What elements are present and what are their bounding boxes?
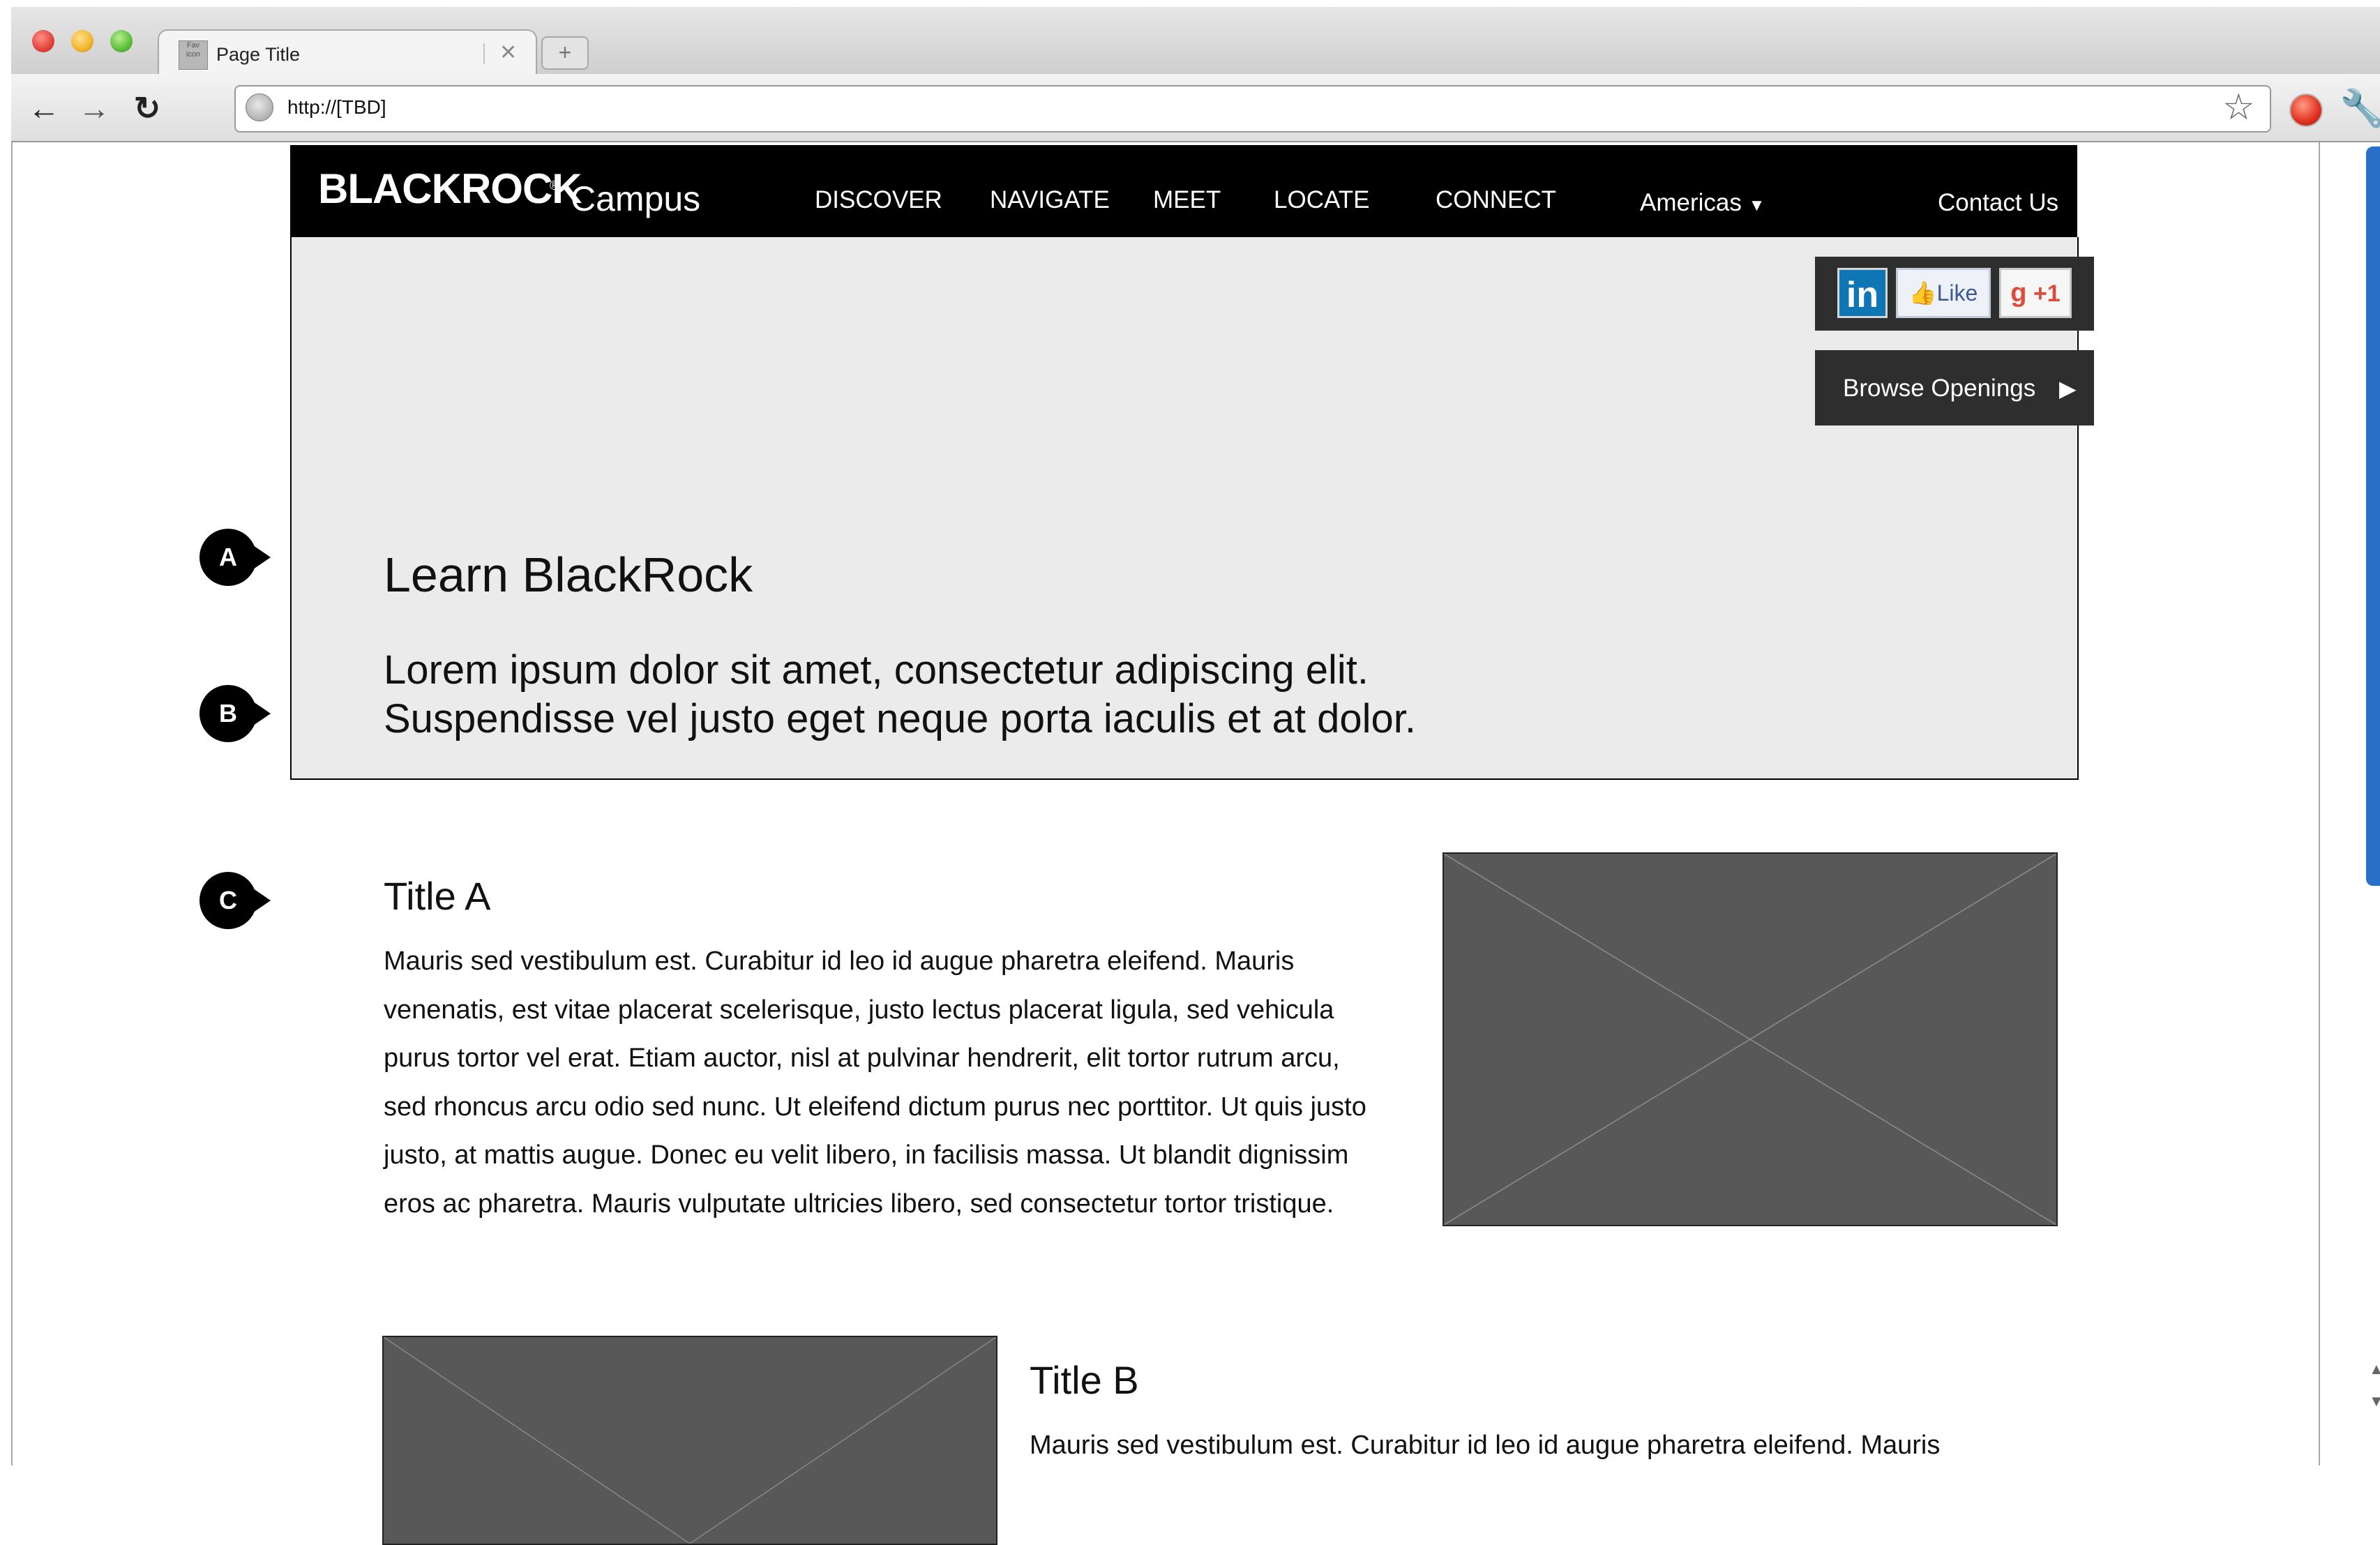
nav-item-navigate[interactable]: NAVIGATE xyxy=(990,183,1110,218)
body-line: Mauris sed vestibulum est. Curabitur id … xyxy=(1030,1431,1941,1460)
hero-subtitle: Lorem ipsum dolor sit amet, consectetur … xyxy=(384,646,1416,744)
plus-one-label: +1 xyxy=(2033,280,2061,307)
tab-separator xyxy=(483,43,485,64)
minimize-window-button[interactable] xyxy=(71,30,93,52)
annotation-marker-b: B xyxy=(199,685,271,742)
bookmark-star-icon[interactable]: ☆ xyxy=(2222,86,2255,128)
nav-item-discover[interactable]: DISCOVER xyxy=(815,183,942,218)
close-window-button[interactable] xyxy=(32,30,54,52)
nav-item-locate[interactable]: LOCATE xyxy=(1274,183,1369,218)
annotation-marker-c: C xyxy=(199,872,271,929)
body-line: eros ac pharetra. Mauris vulputate ultri… xyxy=(384,1189,1334,1219)
favicon-icon: Fav icon xyxy=(179,40,208,70)
google-plus-one-button[interactable]: g +1 xyxy=(1999,268,2072,318)
hero-subtitle-line: Suspendisse vel justo eget neque porta i… xyxy=(384,696,1416,741)
wrench-icon[interactable]: 🔧 xyxy=(2340,88,2380,130)
brand-product-name[interactable]: Campus xyxy=(571,174,700,223)
hero-title: Learn BlackRock xyxy=(384,548,753,602)
scroll-up-arrow-icon[interactable]: ▲ xyxy=(2369,1360,2380,1378)
marker-label: C xyxy=(219,886,237,914)
linkedin-share-button[interactable]: in xyxy=(1837,268,1888,318)
like-label: Like xyxy=(1936,280,1978,306)
window-border-left xyxy=(11,142,13,1465)
new-tab-button[interactable]: + xyxy=(541,36,589,70)
region-label: Americas xyxy=(1640,189,1742,216)
contact-us-link[interactable]: Contact Us xyxy=(1938,186,2058,220)
nav-item-connect[interactable]: CONNECT xyxy=(1436,183,1556,218)
reload-icon[interactable]: ↻ xyxy=(127,88,167,128)
address-bar[interactable] xyxy=(234,85,2271,133)
body-line: purus tortor vel erat. Etiam auctor, nis… xyxy=(384,1043,1340,1073)
extension-icon[interactable] xyxy=(2289,93,2323,127)
window-border-right xyxy=(2319,142,2320,1465)
nav-item-meet[interactable]: MEET xyxy=(1153,183,1221,218)
body-line: venenatis, est vitae placerat scelerisqu… xyxy=(384,995,1334,1025)
image-placeholder-a xyxy=(1443,852,2058,1226)
region-dropdown[interactable]: Americas ▼ xyxy=(1640,186,1765,223)
tab-close-icon[interactable]: ✕ xyxy=(499,39,517,67)
section-title-b: Title B xyxy=(1030,1358,1139,1402)
back-arrow-icon[interactable]: ← xyxy=(24,88,64,128)
registered-mark: ® xyxy=(550,179,559,193)
zoom-window-button[interactable] xyxy=(110,30,133,52)
browser-tab[interactable] xyxy=(158,29,537,77)
marker-label: B xyxy=(219,699,237,728)
scroll-down-arrow-icon[interactable]: ▼ xyxy=(2369,1392,2380,1410)
tab-title: Page Title xyxy=(216,44,301,65)
brand-logo[interactable]: BLACKROCK xyxy=(318,165,582,213)
section-body-b: Mauris sed vestibulum est. Curabitur id … xyxy=(1030,1422,2076,1470)
forward-arrow-icon[interactable]: → xyxy=(74,88,114,128)
body-line: justo, at mattis augue. Donec eu velit l… xyxy=(384,1140,1349,1170)
hero-subtitle-line: Lorem ipsum dolor sit amet, consectetur … xyxy=(384,647,1369,693)
browse-openings-label: Browse Openings xyxy=(1843,375,2036,402)
marker-label: A xyxy=(219,543,237,571)
caret-down-icon: ▼ xyxy=(1748,196,1765,215)
play-arrow-icon: ▶ xyxy=(2059,376,2077,401)
facebook-like-button[interactable]: 👍Like xyxy=(1896,268,1991,318)
url-text[interactable]: http://[TBD] xyxy=(287,95,386,120)
section-body-a: Mauris sed vestibulum est. Curabitur id … xyxy=(384,937,1430,1228)
body-line: sed rhoncus arcu odio sed nunc. Ut eleif… xyxy=(384,1092,1366,1122)
body-line: Mauris sed vestibulum est. Curabitur id … xyxy=(384,947,1295,976)
globe-icon xyxy=(246,93,273,121)
image-placeholder-b xyxy=(382,1336,997,1545)
vertical-scrollbar[interactable] xyxy=(2366,146,2380,886)
annotation-marker-a: A xyxy=(199,529,271,586)
section-title-a: Title A xyxy=(384,874,491,918)
